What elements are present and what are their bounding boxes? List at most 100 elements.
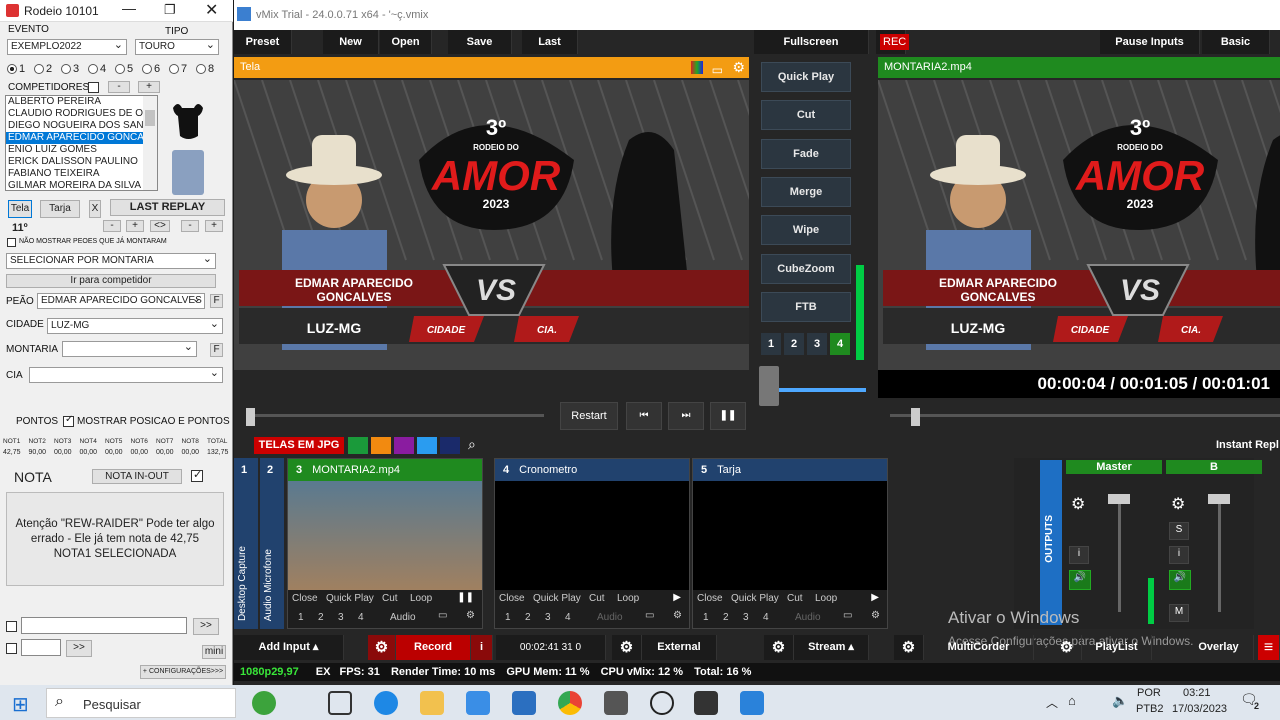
input-2-strip[interactable]: 2 Audio Microfone	[260, 458, 284, 629]
bottom-checkbox-1[interactable]	[6, 621, 17, 632]
master-info-button[interactable]: i	[1069, 546, 1089, 564]
list-item[interactable]: EDMAR APARECIDO GONCALV	[6, 132, 157, 144]
input-gear-icon[interactable]: ⚙	[673, 610, 682, 621]
external-button[interactable]: External	[642, 635, 717, 660]
input-loop-button[interactable]: Loop	[617, 593, 639, 604]
windows-start-icon[interactable]: ⊞	[12, 692, 29, 717]
list-item[interactable]: FABIANO TEIXEIRA	[6, 168, 157, 180]
vmix-taskbar-icon[interactable]	[740, 691, 764, 715]
input-cut-button[interactable]: Cut	[787, 593, 803, 604]
input-monitor-icon[interactable]: ▭	[843, 610, 852, 621]
add-input-button[interactable]: Add Input ▴	[234, 635, 344, 660]
list-item[interactable]: CLAUDIO RODRIGUES DE OLI	[6, 108, 157, 120]
input-close-button[interactable]: Close	[697, 593, 723, 604]
outputs-tab[interactable]: OUTPUTS	[1040, 460, 1062, 625]
store-icon[interactable]	[466, 691, 490, 715]
input-layer-1[interactable]: 1	[505, 612, 511, 623]
b-solo-button[interactable]: S	[1169, 522, 1189, 540]
bottom-input-2[interactable]	[21, 639, 61, 656]
b-speaker-icon[interactable]: 🔊	[1169, 570, 1191, 590]
input-gear-icon[interactable]: ⚙	[466, 610, 475, 621]
transition-slot-2[interactable]: 2	[784, 333, 804, 355]
master-fader[interactable]	[1108, 494, 1130, 504]
arrow-button-2[interactable]: >>	[66, 640, 92, 657]
tray-network-icon[interactable]: ⌂	[1068, 693, 1076, 708]
radio-1[interactable]: 1	[7, 63, 25, 75]
transition-slot-1[interactable]: 1	[761, 333, 781, 355]
bottom-checkbox-2[interactable]	[6, 643, 17, 654]
taskbar-search[interactable]: ⌕ Pesquisar	[46, 688, 236, 718]
input-quick-play-button[interactable]: Quick Play	[326, 593, 374, 604]
dec2-button[interactable]: -	[181, 220, 199, 232]
close-icon[interactable]: ✕	[205, 0, 218, 20]
input-monitor-icon[interactable]: ▭	[645, 610, 654, 621]
tray-speaker-icon[interactable]: 🔈	[1112, 693, 1128, 709]
nao-mostrar-checkbox[interactable]	[7, 238, 16, 247]
edge-icon[interactable]	[374, 691, 398, 715]
tarja-button[interactable]: Tarja	[40, 200, 80, 218]
swap-button[interactable]: <>	[150, 220, 170, 232]
input-audio-button[interactable]: Audio	[795, 612, 821, 623]
dec-button[interactable]: -	[103, 220, 121, 232]
preview-seek-handle[interactable]	[246, 408, 255, 426]
radio-circle[interactable]	[169, 64, 179, 75]
input-thumbnail[interactable]	[495, 481, 689, 590]
nota-inout-checkbox[interactable]: ✓	[191, 469, 203, 482]
input-header[interactable]: 4 Cronometro	[495, 459, 689, 481]
menu-last-button[interactable]: Last	[522, 30, 578, 54]
stream-button[interactable]: Stream ▴	[794, 635, 869, 660]
master-gear-icon[interactable]: ⚙	[1071, 494, 1085, 514]
color-tab-blue[interactable]	[417, 437, 437, 454]
color-tab-green[interactable]	[348, 437, 368, 454]
color-tab-purple[interactable]	[394, 437, 414, 454]
competidores-checkbox[interactable]	[88, 82, 99, 93]
tbar-handle[interactable]	[759, 366, 779, 406]
pause-inputs-button[interactable]: Pause Inputs	[1100, 30, 1200, 54]
inc2-button[interactable]: +	[205, 220, 223, 232]
minus-button[interactable]: -	[108, 81, 130, 93]
ir-para-button[interactable]: Ir para competidor	[6, 274, 216, 288]
telas-tab[interactable]: TELAS EM JPG	[254, 437, 344, 454]
transition-merge-button[interactable]: Merge	[761, 176, 851, 207]
b-info-button[interactable]: i	[1169, 546, 1189, 564]
program-screen[interactable]: 3º RODEIO DO AMOR 2023 VS EDMAR APARECIDO GONC…	[878, 80, 1280, 370]
competitors-list[interactable]: ALBERTO PEREIRA CLAUDIO RODRIGUES DE OLI D…	[5, 95, 158, 191]
x-button[interactable]: X	[89, 200, 101, 218]
file-explorer-icon[interactable]	[420, 691, 444, 715]
radio-circle[interactable]	[115, 64, 125, 75]
input-play-icon[interactable]: ▶	[871, 592, 879, 603]
mail-icon[interactable]	[512, 691, 536, 715]
radio-circle[interactable]	[7, 64, 17, 75]
input-layer-4[interactable]: 4	[358, 612, 364, 623]
lang-label-2[interactable]: PTB2	[1136, 703, 1164, 715]
radio-circle[interactable]	[34, 64, 44, 75]
menu-preset-button[interactable]: Preset	[234, 30, 292, 54]
radio-3[interactable]: 3	[61, 63, 79, 75]
config-button[interactable]: + CONFIGURAÇÕES>>>	[140, 665, 226, 679]
input-quick-play-button[interactable]: Quick Play	[533, 593, 581, 604]
input-1-strip[interactable]: 1 Desktop Capture	[234, 458, 258, 629]
list-item[interactable]: ALBERTO PEREIRA	[6, 96, 157, 108]
input-3-box[interactable]: 3 MONTARIA2.mp4 Close Quick Play Cut Loop ❚❚ 1 2…	[287, 458, 483, 629]
input-close-button[interactable]: Close	[292, 593, 318, 604]
search-icon[interactable]: ⌕	[468, 436, 476, 453]
maximize-icon[interactable]: ❐	[164, 2, 176, 18]
stream-gear-icon[interactable]: ⚙	[764, 635, 794, 660]
b-gear-icon[interactable]: ⚙	[1171, 494, 1185, 514]
input-loop-button[interactable]: Loop	[815, 593, 837, 604]
transition-fade-button[interactable]: Fade	[761, 138, 851, 169]
color-tab-orange[interactable]	[371, 437, 391, 454]
mini-button[interactable]: mini	[202, 645, 226, 659]
colour-icon[interactable]	[691, 61, 703, 74]
transition-cut-button[interactable]: Cut	[761, 100, 851, 131]
input-thumbnail[interactable]	[288, 481, 482, 590]
tray-chevron-icon[interactable]: ︿	[1046, 694, 1058, 711]
b-fader[interactable]	[1208, 494, 1230, 504]
multicorder-gear-icon[interactable]: ⚙	[894, 635, 924, 660]
cidade-select[interactable]: LUZ-MG	[47, 318, 223, 334]
radio-7[interactable]: 7	[169, 63, 187, 75]
bottom-input-1[interactable]	[21, 617, 187, 634]
color-tab-navy[interactable]	[440, 437, 460, 454]
input-quick-play-button[interactable]: Quick Play	[731, 593, 779, 604]
input-4-box[interactable]: 4 Cronometro Close Quick Play Cut Loop ▶ 1 2 3 4 Au…	[494, 458, 690, 629]
